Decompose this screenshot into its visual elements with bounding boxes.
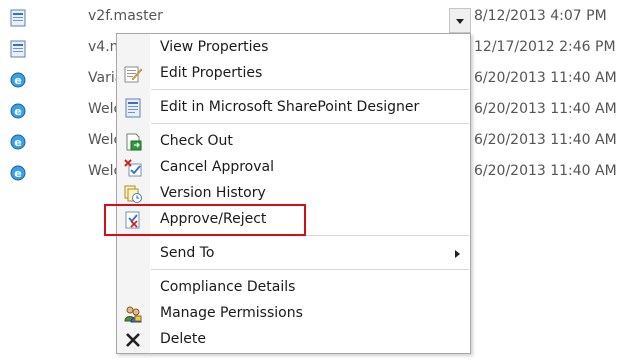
menu-item-label: Check Out <box>160 133 233 149</box>
menu-item-send-to[interactable]: Send To <box>117 241 470 267</box>
item-menu-dropdown-button[interactable] <box>449 8 471 33</box>
edit-properties-icon <box>124 66 143 83</box>
ie-page-icon: e <box>10 165 26 181</box>
svg-text:e: e <box>14 136 21 149</box>
master-page-icon <box>10 9 26 27</box>
file-modified-date: 8/12/2013 4:07 PM <box>474 8 607 24</box>
approve-reject-highlight-box <box>104 204 306 236</box>
item-context-menu: View Properties Edit Properties Edit in … <box>116 33 471 354</box>
file-modified-date: 12/17/2012 2:46 PM <box>474 39 616 55</box>
menu-item-delete[interactable]: Delete <box>117 327 470 353</box>
version-history-icon <box>124 185 142 203</box>
file-modified-date: 6/20/2013 11:40 AM <box>474 132 617 148</box>
menu-item-label: View Properties <box>160 39 269 55</box>
menu-item-label: Version History <box>160 185 266 201</box>
file-modified-date: 6/20/2013 11:40 AM <box>474 70 617 86</box>
submenu-arrow-icon <box>455 250 460 258</box>
menu-item-label: Cancel Approval <box>160 159 274 175</box>
master-page-icon <box>10 40 26 58</box>
menu-item-edit-properties[interactable]: Edit Properties <box>117 61 470 87</box>
menu-item-label: Manage Permissions <box>160 305 303 321</box>
ie-page-icon: e <box>10 72 26 88</box>
menu-item-view-properties[interactable]: View Properties <box>117 35 470 61</box>
svg-text:e: e <box>14 167 21 180</box>
menu-item-label: Edit Properties <box>160 65 263 81</box>
menu-item-label: Send To <box>160 245 215 261</box>
menu-item-label: Edit in Microsoft SharePoint Designer <box>160 99 420 115</box>
file-modified-date: 6/20/2013 11:40 AM <box>474 101 617 117</box>
menu-item-compliance-details[interactable]: Compliance Details <box>117 275 470 301</box>
menu-item-label: Delete <box>160 331 206 347</box>
svg-text:e: e <box>14 105 21 118</box>
menu-item-label: Compliance Details <box>160 279 296 295</box>
menu-separator <box>151 269 469 270</box>
menu-item-edit-in-designer[interactable]: Edit in Microsoft SharePoint Designer <box>117 95 470 121</box>
sharepoint-designer-icon <box>125 98 141 118</box>
manage-permissions-icon <box>124 306 142 323</box>
file-row[interactable]: v2f.master 8/12/2013 4:07 PM <box>0 3 633 33</box>
file-name[interactable]: v2f.master <box>88 8 163 24</box>
cancel-approval-icon <box>124 159 142 177</box>
file-modified-date: 6/20/2013 11:40 AM <box>474 163 617 179</box>
ie-page-icon: e <box>10 103 26 119</box>
check-out-icon <box>126 133 142 151</box>
menu-item-check-out[interactable]: Check Out <box>117 129 470 155</box>
ie-page-icon: e <box>10 134 26 150</box>
svg-text:e: e <box>14 74 21 87</box>
delete-icon <box>126 333 140 347</box>
menu-separator <box>151 89 469 90</box>
menu-item-cancel-approval[interactable]: Cancel Approval <box>117 155 470 181</box>
menu-separator <box>151 123 469 124</box>
menu-item-manage-permissions[interactable]: Manage Permissions <box>117 301 470 327</box>
